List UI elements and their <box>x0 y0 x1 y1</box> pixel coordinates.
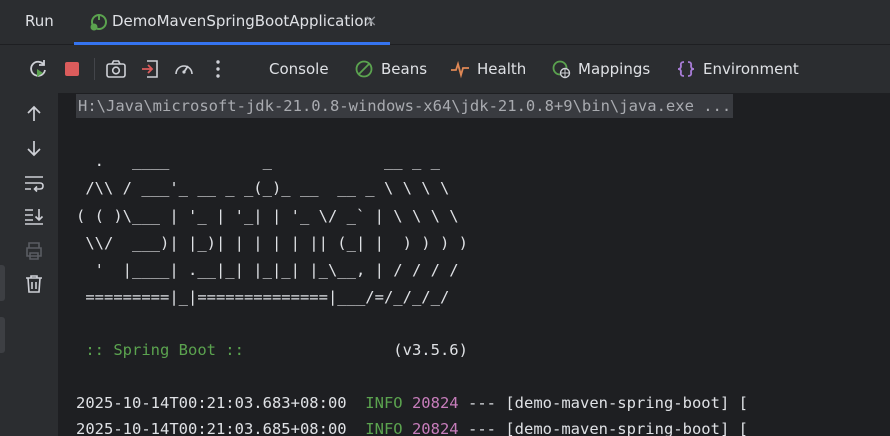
log-thread: [demo-maven-spring-boot] [ <box>505 394 748 412</box>
tab-console-label: Console <box>269 60 329 78</box>
left-tool-strip <box>0 93 10 436</box>
log-separator: --- <box>467 394 496 412</box>
tab-environment-label: Environment <box>703 60 799 78</box>
rerun-icon[interactable] <box>26 57 50 81</box>
soft-wrap-icon[interactable] <box>22 171 46 195</box>
log-timestamp: 2025-10-14T00:21:03.683+08:00 <box>76 394 347 412</box>
strip-marker <box>0 317 5 353</box>
tab-health[interactable]: Health <box>450 45 526 93</box>
screenshot-icon[interactable] <box>104 57 128 81</box>
tab-console[interactable]: Console <box>269 45 329 93</box>
spring-boot-run-icon <box>90 14 107 31</box>
log-thread: [demo-maven-spring-boot] [ <box>505 420 748 436</box>
run-configuration-tab[interactable]: DemoMavenSpringBootApplication × <box>74 0 390 45</box>
environment-icon <box>677 61 695 77</box>
arrow-down-icon[interactable] <box>22 136 46 160</box>
tab-health-label: Health <box>477 60 527 78</box>
tab-mappings-label: Mappings <box>578 60 651 78</box>
run-toolbar: Console Beans Health Mappings Environmen… <box>0 45 890 93</box>
tab-mappings[interactable]: Mappings <box>551 45 650 93</box>
log-pid: 20824 <box>411 394 459 412</box>
log-timestamp: 2025-10-14T00:21:03.685+08:00 <box>76 420 347 436</box>
print-icon <box>26 242 42 260</box>
strip-marker <box>0 265 5 301</box>
stop-icon[interactable] <box>60 57 84 81</box>
spring-ascii-banner: . ____ _ __ _ _ /\\ / ___'_ __ _ _(_)_ _… <box>76 152 468 307</box>
console-output[interactable]: H:\Java\microsoft-jdk-21.0.8-windows-x64… <box>58 93 890 436</box>
trash-icon[interactable] <box>22 272 46 296</box>
java-command-line[interactable]: H:\Java\microsoft-jdk-21.0.8-windows-x64… <box>76 94 734 118</box>
run-tool-window-title[interactable]: Run <box>25 12 54 30</box>
spring-boot-version: (v3.5.6) <box>393 341 468 359</box>
tab-environment[interactable]: Environment <box>676 45 799 93</box>
spring-boot-version-line: :: Spring Boot :: (v3.5.6) <box>76 338 468 362</box>
scroll-to-end-icon[interactable] <box>22 204 46 228</box>
tool-window-header: Run DemoMavenSpringBootApplication × <box>0 0 890 45</box>
health-icon <box>451 60 469 79</box>
log-line: 2025-10-14T00:21:03.683+08:00 INFO 20824… <box>76 391 748 415</box>
tab-beans-label: Beans <box>381 60 428 78</box>
console-action-gutter <box>10 93 58 436</box>
log-level: INFO <box>365 394 403 412</box>
tab-beans[interactable]: Beans <box>354 45 427 93</box>
toolbar-separator <box>94 58 95 80</box>
log-line: 2025-10-14T00:21:03.685+08:00 INFO 20824… <box>76 417 748 436</box>
beans-icon <box>355 60 373 78</box>
spring-boot-label: :: Spring Boot :: <box>76 341 254 359</box>
exit-icon[interactable] <box>138 57 162 81</box>
more-icon[interactable] <box>206 57 230 81</box>
arrow-up-icon[interactable] <box>22 102 46 126</box>
run-tab-label: DemoMavenSpringBootApplication <box>112 12 374 30</box>
close-tab-icon[interactable]: × <box>364 11 377 30</box>
log-separator: --- <box>467 420 496 436</box>
log-level: INFO <box>365 420 403 436</box>
log-pid: 20824 <box>411 420 459 436</box>
dashboard-icon[interactable] <box>172 57 196 81</box>
mappings-icon <box>552 60 571 79</box>
